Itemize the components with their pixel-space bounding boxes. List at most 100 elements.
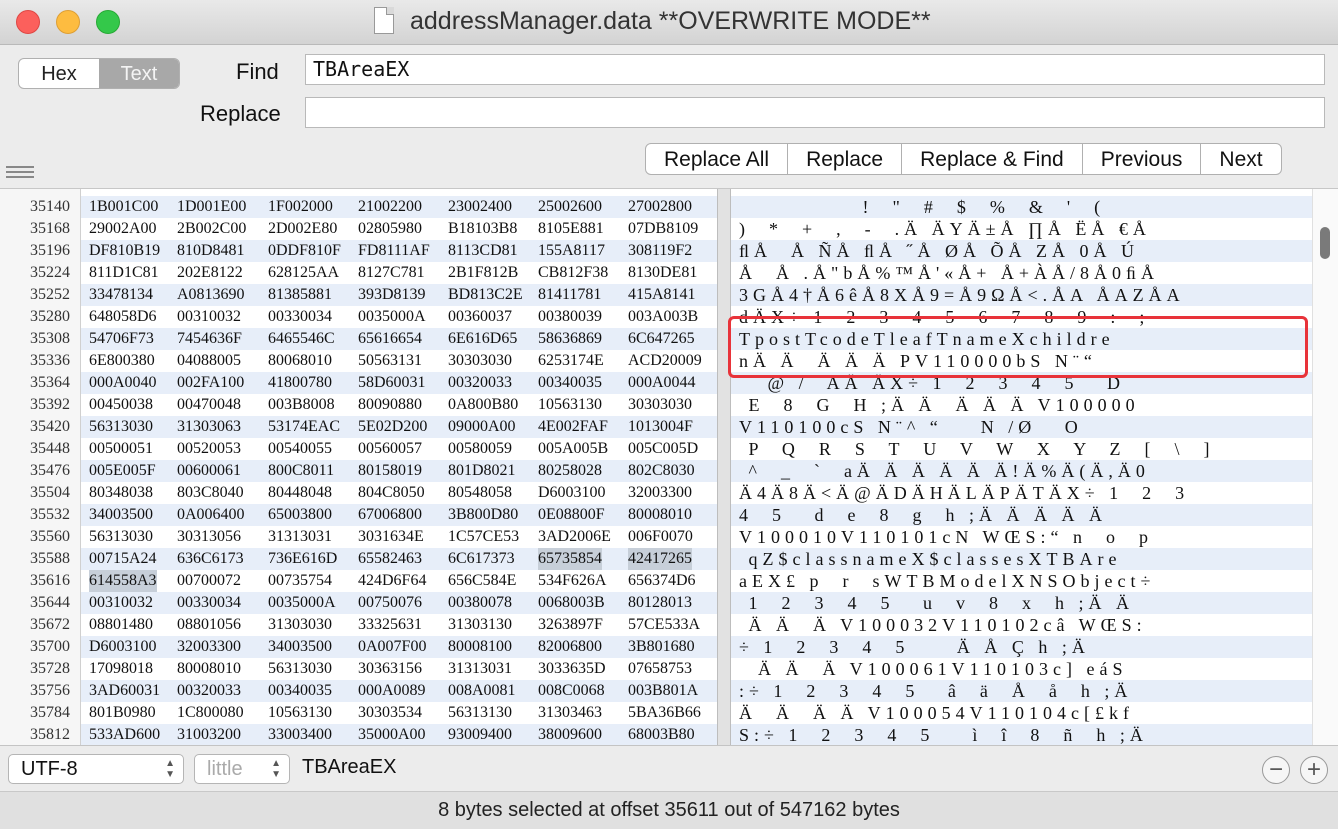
text-pane[interactable]: ! " # $ % & ' () * + , - .Ä ÄYÄ±Å ∏Å ËÅ … (731, 189, 1312, 745)
sidebar-toggle-icon[interactable] (6, 166, 34, 178)
hex-word: 0F001000 (177, 189, 242, 196)
hex-word: 003B801A (628, 682, 699, 699)
hex-word: 08801056 (177, 616, 241, 633)
hex-word: 8113CD81 (448, 242, 518, 259)
hex-word: 1F002000 (268, 198, 333, 215)
minimize-window-button[interactable] (56, 10, 80, 34)
hex-word: 003B8008 (268, 396, 335, 413)
hex-word: 00360037 (448, 308, 512, 325)
document-icon (374, 7, 394, 34)
hex-word: 00580059 (448, 440, 512, 457)
hex-word: 80258028 (538, 462, 602, 479)
offset-label: 35616 (30, 572, 70, 589)
hex-word: 80128013 (628, 594, 692, 611)
hex-row: 648058D6 00310032 00330034 0035000A 00360037… (81, 306, 717, 328)
next-button[interactable]: Next (1200, 144, 1280, 174)
hex-row: 000A0040 002FA100 41800780 58D60031 00320033… (81, 372, 717, 394)
hex-word: 1C57CE53 (448, 528, 520, 545)
vertical-scrollbar[interactable] (1312, 189, 1338, 745)
hex-word: 50563131 (358, 352, 422, 369)
hex-word: 000A0044 (628, 374, 696, 391)
hex-word: 00450038 (89, 396, 153, 413)
encoding-popup[interactable]: UTF-8 ▲ ▼ (8, 754, 184, 784)
hex-word: 56313030 (268, 660, 332, 677)
offset-label: 35280 (30, 308, 70, 325)
close-window-button[interactable] (16, 10, 40, 34)
hex-word: 393D8139 (358, 286, 426, 303)
text-mode-button[interactable]: Text (99, 59, 179, 88)
hex-word: 08801480 (89, 616, 153, 633)
status-bar: 8 bytes selected at offset 35611 out of … (0, 791, 1338, 829)
hex-row: DF810B19 810D8481 0DDF810F FD8111AF 8113CD81… (81, 240, 717, 262)
hex-word: 801D8021 (448, 462, 516, 479)
hex-word: 008C0068 (538, 682, 605, 699)
hex-word: 005E005F (89, 462, 156, 479)
hex-word: 00310032 (177, 308, 241, 325)
hex-word: 006F0070 (628, 528, 693, 545)
hex-word: 1C800080 (177, 704, 244, 721)
hex-word: 801B0980 (89, 704, 156, 721)
hex-word: 00735754 (268, 572, 332, 589)
hex-word: 38009600 (538, 726, 602, 743)
endian-popup[interactable]: little ▲ ▼ (194, 754, 290, 784)
hex-word: 6253174E (538, 352, 604, 369)
text-row: ﬂÅ Å ÑÅ ﬂÅ ˝Å ØÅ ÕÅ ZÅ 0Å Ú (731, 240, 1312, 262)
hex-word: 65582463 (358, 550, 422, 567)
hex-word: 614558A3 (89, 570, 157, 592)
hex-pane[interactable]: 0D000E00 0F001000 11001200 13001400 15001600… (81, 189, 717, 745)
hex-word: 29002A00 (89, 220, 157, 237)
text-row: Ä Ä Ä V100032V110102câ WŒS: (739, 615, 1147, 635)
text-row: Ä Ä Ä Ä V100054V110104c[£kf (739, 703, 1134, 723)
hex-word: 04088005 (177, 352, 241, 369)
pane-divider[interactable] (717, 189, 731, 745)
offset-column: 35112 35140 35168 35196 35224 35252 35280 35308… (0, 189, 81, 745)
hex-word: 11001200 (268, 189, 331, 196)
hex-word: 81411781 (538, 286, 602, 303)
hex-word: 09000A00 (448, 418, 516, 435)
zoom-window-button[interactable] (96, 10, 120, 34)
replace-button[interactable]: Replace (787, 144, 901, 174)
popup-arrows-icon: ▲ ▼ (271, 758, 281, 780)
hex-word: 6C647265 (628, 330, 695, 347)
offset-label: 35672 (30, 616, 70, 633)
hex-word: 008A0081 (448, 682, 516, 699)
replace-all-button[interactable]: Replace All (646, 144, 787, 174)
text-row: P Q R S T U V W X Y Z [ \ ] (739, 439, 1215, 459)
offset-label: 35168 (30, 220, 70, 237)
hex-text-mode-toggle: Hex Text (18, 58, 180, 89)
scrollbar-thumb[interactable] (1320, 227, 1330, 259)
offset-label: 35448 (30, 440, 70, 457)
hex-word: 00500051 (89, 440, 153, 457)
hex-word: 17001800 (538, 189, 602, 196)
replace-field[interactable] (305, 97, 1325, 128)
hex-row: 0D000E00 0F001000 11001200 13001400 15001600… (81, 189, 717, 196)
hex-word: FD8111AF (358, 242, 430, 259)
offset-label: 35756 (30, 682, 70, 699)
replace-and-find-button[interactable]: Replace & Find (901, 144, 1082, 174)
hex-word: 67006800 (358, 506, 422, 523)
hex-word: 3AD2006E (538, 528, 611, 545)
find-field[interactable]: TBAreaEX (305, 54, 1325, 85)
hex-word: 0068003B (538, 594, 605, 611)
text-row: V110100cS N¨^ “ N /Ø O (731, 416, 1312, 438)
hex-mode-button[interactable]: Hex (19, 59, 99, 88)
add-button[interactable]: + (1300, 756, 1328, 784)
hex-word: 533AD600 (89, 726, 161, 743)
offset-label: 35504 (30, 484, 70, 501)
hex-word: 56313030 (89, 418, 153, 435)
encoding-value: UTF-8 (21, 758, 78, 780)
hex-row: 34003500 0A006400 65003800 67006800 3B800D80… (81, 504, 717, 526)
previous-button[interactable]: Previous (1081, 144, 1201, 174)
hex-word: 00470048 (177, 396, 241, 413)
title-bar: addressManager.data **OVERWRITE MODE** (0, 0, 1338, 45)
hex-word: 0E08800F (538, 506, 605, 523)
hex-row: 00450038 00470048 003B8008 80090880 0A800B80… (81, 394, 717, 416)
hex-word: 31003200 (177, 726, 241, 743)
hex-row: 54706F73 7454636F 6465546C 65616654 6E616D65… (81, 328, 717, 350)
remove-button[interactable]: − (1262, 756, 1290, 784)
hex-word: 10563130 (268, 704, 332, 721)
hex-word: 56313030 (89, 528, 153, 545)
hex-word: A0813690 (177, 286, 245, 303)
find-label: Find (236, 59, 279, 84)
hex-word: 27002800 (628, 198, 692, 215)
